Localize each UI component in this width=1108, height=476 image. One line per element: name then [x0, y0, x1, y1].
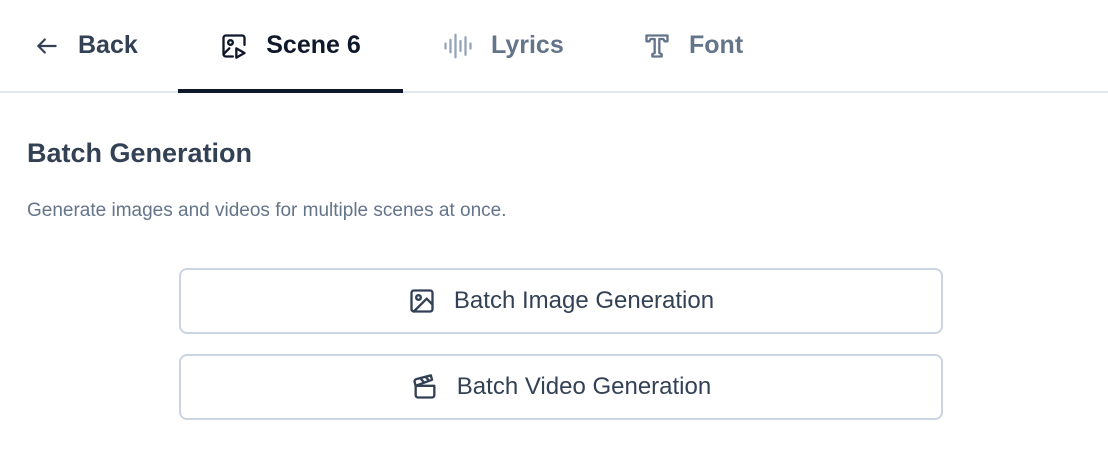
back-label: Back — [78, 31, 138, 59]
tab-bar: Back Scene 6 Lyrics Font — [0, 0, 1108, 93]
tab-font[interactable]: Font — [643, 0, 743, 91]
image-icon — [410, 289, 434, 313]
tab-lyrics[interactable]: Lyrics — [443, 0, 564, 91]
batch-image-generation-button[interactable]: Batch Image Generation — [179, 268, 943, 334]
batch-video-generation-button[interactable]: Batch Video Generation — [179, 354, 943, 420]
scene-media-icon — [222, 33, 246, 59]
arrow-left-icon — [36, 37, 57, 54]
batch-image-label: Batch Image Generation — [453, 287, 715, 314]
clapperboard-icon — [413, 374, 436, 399]
section-description: Generate images and videos for multiple … — [27, 200, 507, 221]
section-title: Batch Generation — [27, 138, 253, 168]
lyrics-label: Lyrics — [491, 31, 564, 59]
scene-label: Scene 6 — [266, 31, 361, 59]
back-button[interactable]: Back — [34, 0, 138, 91]
batch-video-label: Batch Video Generation — [456, 373, 712, 400]
tab-scene[interactable]: Scene 6 — [178, 0, 403, 93]
font-label: Font — [689, 31, 744, 59]
audio-waveform-icon — [444, 33, 472, 58]
type-icon — [645, 33, 669, 58]
